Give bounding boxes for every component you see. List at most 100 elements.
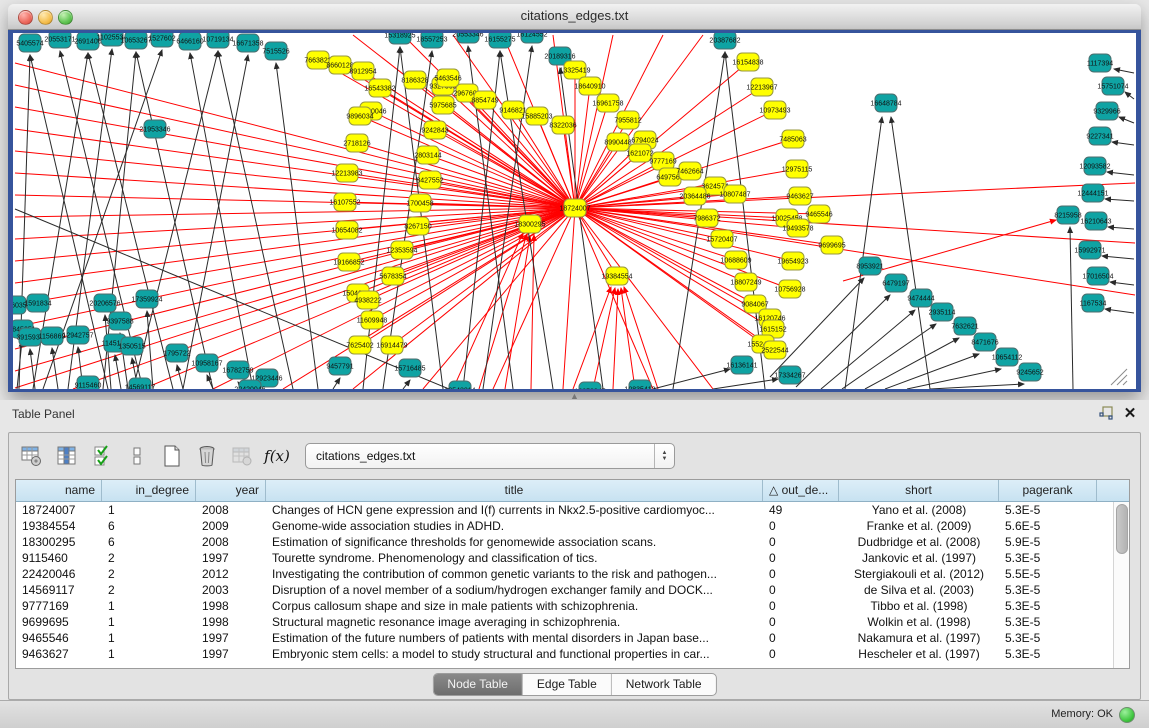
graph-node-label: 8953921 bbox=[856, 264, 883, 271]
delete-table-icon[interactable] bbox=[194, 443, 220, 469]
graph-node-label: 12213983 bbox=[331, 171, 362, 178]
graph-node-label: 17334267 bbox=[774, 373, 805, 380]
column-header-in_degree[interactable]: in_degree bbox=[102, 480, 196, 501]
cell-pagerank: 5.3E-5 bbox=[999, 598, 1097, 614]
graph-node-label: 1615152 bbox=[759, 327, 786, 334]
graph-node-label: 6479197 bbox=[882, 281, 909, 288]
splitter-handle-icon[interactable]: ▲ bbox=[570, 393, 579, 400]
graph-node-label: 11609948 bbox=[357, 318, 388, 325]
graph-node-label: 9463627 bbox=[786, 194, 813, 201]
scrollbar-thumb[interactable] bbox=[1116, 504, 1128, 554]
graph-node-label: 10654082 bbox=[331, 228, 362, 235]
table-row[interactable]: 2242004622012Investigating the contribut… bbox=[16, 566, 1129, 582]
table-settings-icon[interactable] bbox=[19, 443, 45, 469]
tab-network-table[interactable]: Network Table bbox=[612, 674, 716, 695]
close-panel-icon[interactable]: ✕ bbox=[1121, 405, 1139, 423]
cell-title: Structural magnetic resonance image aver… bbox=[266, 614, 763, 630]
cell-year: 2009 bbox=[196, 518, 266, 534]
table-row[interactable]: 1456911722003Disruption of a novel membe… bbox=[16, 582, 1129, 598]
cell-in_degree: 2 bbox=[102, 550, 196, 566]
graph-node-label: 16107552 bbox=[329, 200, 360, 207]
network-window-titlebar[interactable]: citations_edges.txt bbox=[8, 4, 1141, 30]
graph-edge bbox=[930, 384, 1024, 389]
graph-node-label: 15716485 bbox=[394, 366, 425, 373]
cell-pagerank: 5.6E-5 bbox=[999, 518, 1097, 534]
cell-short: Franke et al. (2009) bbox=[839, 518, 999, 534]
column-header-title[interactable]: title bbox=[266, 480, 763, 501]
graph-edge bbox=[1105, 309, 1134, 313]
column-header-year[interactable]: year bbox=[196, 480, 266, 501]
select-columns-icon[interactable] bbox=[54, 443, 80, 469]
graph-node-label: 17016504 bbox=[1082, 274, 1113, 281]
create-table-icon[interactable] bbox=[159, 443, 185, 469]
float-window-icon[interactable] bbox=[1097, 405, 1115, 423]
graph-node-label: 8990448 bbox=[604, 140, 631, 147]
graph-edge bbox=[713, 379, 778, 389]
graph-node-label: 16154838 bbox=[732, 60, 763, 67]
table-selector-combobox[interactable]: citations_edges.txt ▲▼ bbox=[305, 443, 675, 469]
graph-node-label: 5678354 bbox=[379, 274, 406, 281]
graph-node-label: 9245652 bbox=[1016, 370, 1043, 377]
cell-in_degree: 1 bbox=[102, 598, 196, 614]
tab-node-table[interactable]: Node Table bbox=[433, 674, 523, 695]
graph-node-label: 18124552 bbox=[516, 33, 547, 39]
graph-node-label: 8912954 bbox=[349, 69, 376, 76]
resize-grip-icon[interactable] bbox=[1117, 375, 1127, 385]
cell-in_degree: 1 bbox=[102, 614, 196, 630]
tab-edge-table[interactable]: Edge Table bbox=[523, 674, 612, 695]
table-row[interactable]: 1830029562008Estimation of significance … bbox=[16, 534, 1129, 550]
resize-grip-icon[interactable] bbox=[1123, 381, 1127, 385]
row-options-icon[interactable] bbox=[124, 443, 150, 469]
column-header-name[interactable]: name bbox=[16, 480, 102, 501]
cell-in_degree: 2 bbox=[102, 566, 196, 582]
combo-stepper-icon[interactable]: ▲▼ bbox=[654, 444, 674, 468]
table-row[interactable]: 1872400712008Changes of HCN gene express… bbox=[16, 502, 1129, 518]
cell-name: 18724007 bbox=[16, 502, 102, 518]
graph-node-label: 1527602 bbox=[148, 36, 175, 43]
function-builder-icon[interactable]: f(x) bbox=[264, 443, 290, 469]
table-vertical-scrollbar[interactable] bbox=[1113, 502, 1129, 668]
graph-node-label: 2718126 bbox=[343, 141, 370, 148]
table-row[interactable]: 911546021997Tourette syndrome. Phenomeno… bbox=[16, 550, 1129, 566]
toggle-attributes-icon[interactable] bbox=[89, 443, 115, 469]
table-row[interactable]: 969969511998Structural magnetic resonanc… bbox=[16, 614, 1129, 630]
graph-edge bbox=[183, 55, 248, 389]
graph-node-label: 9084067 bbox=[741, 302, 768, 309]
network-canvas[interactable]: 5405574205531712691406110255341065326715… bbox=[13, 33, 1136, 389]
cell-out_de: 0 bbox=[763, 646, 839, 662]
column-header-out_de[interactable]: △ out_de... bbox=[763, 480, 839, 501]
graph-edge bbox=[15, 173, 575, 208]
cell-out_de: 0 bbox=[763, 534, 839, 550]
table-panel-titlebar: Table Panel ✕ bbox=[0, 400, 1149, 428]
cell-in_degree: 1 bbox=[102, 502, 196, 518]
graph-edge bbox=[845, 117, 882, 389]
graph-node-label: 8471676 bbox=[971, 340, 998, 347]
graph-node-label: 19654923 bbox=[777, 259, 808, 266]
graph-edge bbox=[613, 289, 618, 389]
cell-out_de: 0 bbox=[763, 630, 839, 646]
graph-node-label: 16136141 bbox=[726, 363, 757, 370]
graph-node-label: 9777169 bbox=[649, 159, 676, 166]
import-table-icon[interactable] bbox=[229, 443, 255, 469]
cell-out_de: 49 bbox=[763, 502, 839, 518]
network-view-frame: 5405574205531712691406110255341065326715… bbox=[8, 30, 1141, 392]
graph-node-label: 21953346 bbox=[139, 127, 170, 134]
graph-node-label: 10756928 bbox=[774, 287, 805, 294]
graph-node-label: 12213967 bbox=[746, 85, 777, 92]
panel-splitter[interactable]: ▲ bbox=[0, 392, 1149, 400]
graph-node-label: 4938222 bbox=[354, 298, 381, 305]
graph-node-label: 12975115 bbox=[782, 167, 813, 174]
table-row[interactable]: 1938455462009Genome-wide association stu… bbox=[16, 518, 1129, 534]
graph-node-label: 5463546 bbox=[434, 76, 461, 83]
cell-short: Tibbo et al. (1998) bbox=[839, 598, 999, 614]
table-row[interactable]: 946554611997Estimation of the future num… bbox=[16, 630, 1129, 646]
table-row[interactable]: 946362711997Embryonic stem cells: a mode… bbox=[16, 646, 1129, 662]
column-header-pagerank[interactable]: pagerank bbox=[999, 480, 1097, 501]
memory-status-indicator bbox=[1119, 707, 1135, 723]
graph-node-label: 1621072 bbox=[626, 151, 653, 158]
cell-name: 14569117 bbox=[16, 582, 102, 598]
column-header-short[interactable]: short bbox=[839, 480, 999, 501]
table-row[interactable]: 977716911998Corpus callosum shape and si… bbox=[16, 598, 1129, 614]
cell-year: 2008 bbox=[196, 502, 266, 518]
graph-node-label: 10958167 bbox=[191, 361, 222, 368]
